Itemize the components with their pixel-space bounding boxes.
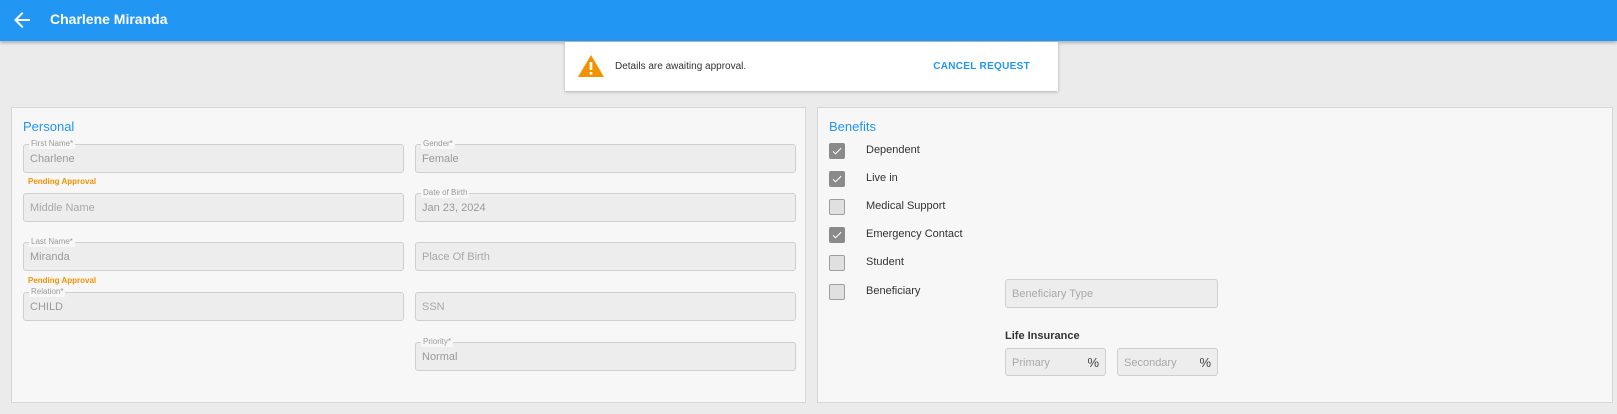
- page-title: Charlene Miranda: [50, 11, 168, 27]
- relation-label: Relation*: [29, 287, 66, 297]
- beneficiary-label: Beneficiary: [866, 285, 921, 297]
- check-icon: [832, 147, 842, 155]
- place-of-birth-field[interactable]: Place Of Birth: [415, 242, 796, 271]
- first-name-field[interactable]: First Name* Charlene: [23, 139, 404, 173]
- emergency-contact-checkbox[interactable]: [829, 227, 845, 243]
- live-in-checkbox[interactable]: [829, 171, 845, 187]
- last-name-label: Last Name*: [29, 237, 75, 247]
- secondary-placeholder: Secondary: [1124, 357, 1177, 369]
- student-checkbox[interactable]: [829, 255, 845, 271]
- app-bar: Charlene Miranda: [0, 0, 1617, 41]
- check-icon: [832, 231, 842, 239]
- percent-icon: %: [1199, 355, 1211, 370]
- approval-banner: Details are awaiting approval. CANCEL RE…: [565, 42, 1058, 91]
- dob-value: Jan 23, 2024: [422, 202, 486, 214]
- gender-field[interactable]: Gender* Female: [415, 139, 796, 173]
- dob-field[interactable]: Date of Birth Jan 23, 2024: [415, 188, 796, 222]
- middle-name-field[interactable]: Middle Name: [23, 193, 404, 222]
- first-name-label: First Name*: [29, 139, 76, 149]
- gender-label: Gender*: [421, 139, 455, 149]
- benefits-title: Benefits: [829, 119, 876, 134]
- benefits-card: Benefits Dependent Live in Medical Suppo…: [817, 107, 1613, 403]
- beneficiary-checkbox[interactable]: [829, 284, 845, 300]
- priority-value: Normal: [422, 351, 458, 363]
- last-name-pending: Pending Approval: [28, 276, 97, 285]
- dependent-label: Dependent: [866, 144, 920, 156]
- first-name-pending: Pending Approval: [28, 177, 97, 186]
- priority-label: Priority*: [421, 337, 454, 347]
- ssn-placeholder: SSN: [422, 301, 445, 313]
- last-name-value: Miranda: [30, 251, 70, 263]
- emergency-contact-label: Emergency Contact: [866, 228, 963, 240]
- cancel-request-button[interactable]: CANCEL REQUEST: [933, 61, 1030, 72]
- warning-icon: [577, 54, 605, 78]
- life-insurance-title: Life Insurance: [1005, 330, 1080, 342]
- last-name-field[interactable]: Last Name* Miranda: [23, 237, 404, 271]
- live-in-label: Live in: [866, 172, 898, 184]
- beneficiary-type-select[interactable]: Beneficiary Type: [1005, 279, 1218, 308]
- personal-card: Personal First Name* Charlene Pending Ap…: [11, 107, 806, 403]
- personal-title: Personal: [23, 119, 75, 134]
- relation-value: CHILD: [30, 301, 64, 313]
- medical-support-label: Medical Support: [866, 200, 946, 212]
- primary-placeholder: Primary: [1012, 357, 1050, 369]
- arrow-back-icon[interactable]: [10, 8, 34, 32]
- place-of-birth-placeholder: Place Of Birth: [422, 251, 490, 263]
- relation-field[interactable]: Relation* CHILD: [23, 287, 404, 321]
- student-label: Student: [866, 256, 904, 268]
- primary-percent-input[interactable]: Primary %: [1005, 348, 1106, 376]
- medical-support-checkbox[interactable]: [829, 199, 845, 215]
- beneficiary-type-placeholder: Beneficiary Type: [1012, 288, 1094, 300]
- percent-icon: %: [1087, 355, 1099, 370]
- middle-name-placeholder: Middle Name: [30, 202, 95, 214]
- gender-value: Female: [422, 153, 459, 165]
- banner-message: Details are awaiting approval.: [615, 61, 747, 72]
- dob-label: Date of Birth: [421, 188, 470, 198]
- check-icon: [832, 175, 842, 183]
- secondary-percent-input[interactable]: Secondary %: [1117, 348, 1218, 376]
- ssn-field[interactable]: SSN: [415, 292, 796, 321]
- first-name-value: Charlene: [30, 153, 75, 165]
- dependent-checkbox[interactable]: [829, 143, 845, 159]
- priority-field[interactable]: Priority* Normal: [415, 337, 796, 371]
